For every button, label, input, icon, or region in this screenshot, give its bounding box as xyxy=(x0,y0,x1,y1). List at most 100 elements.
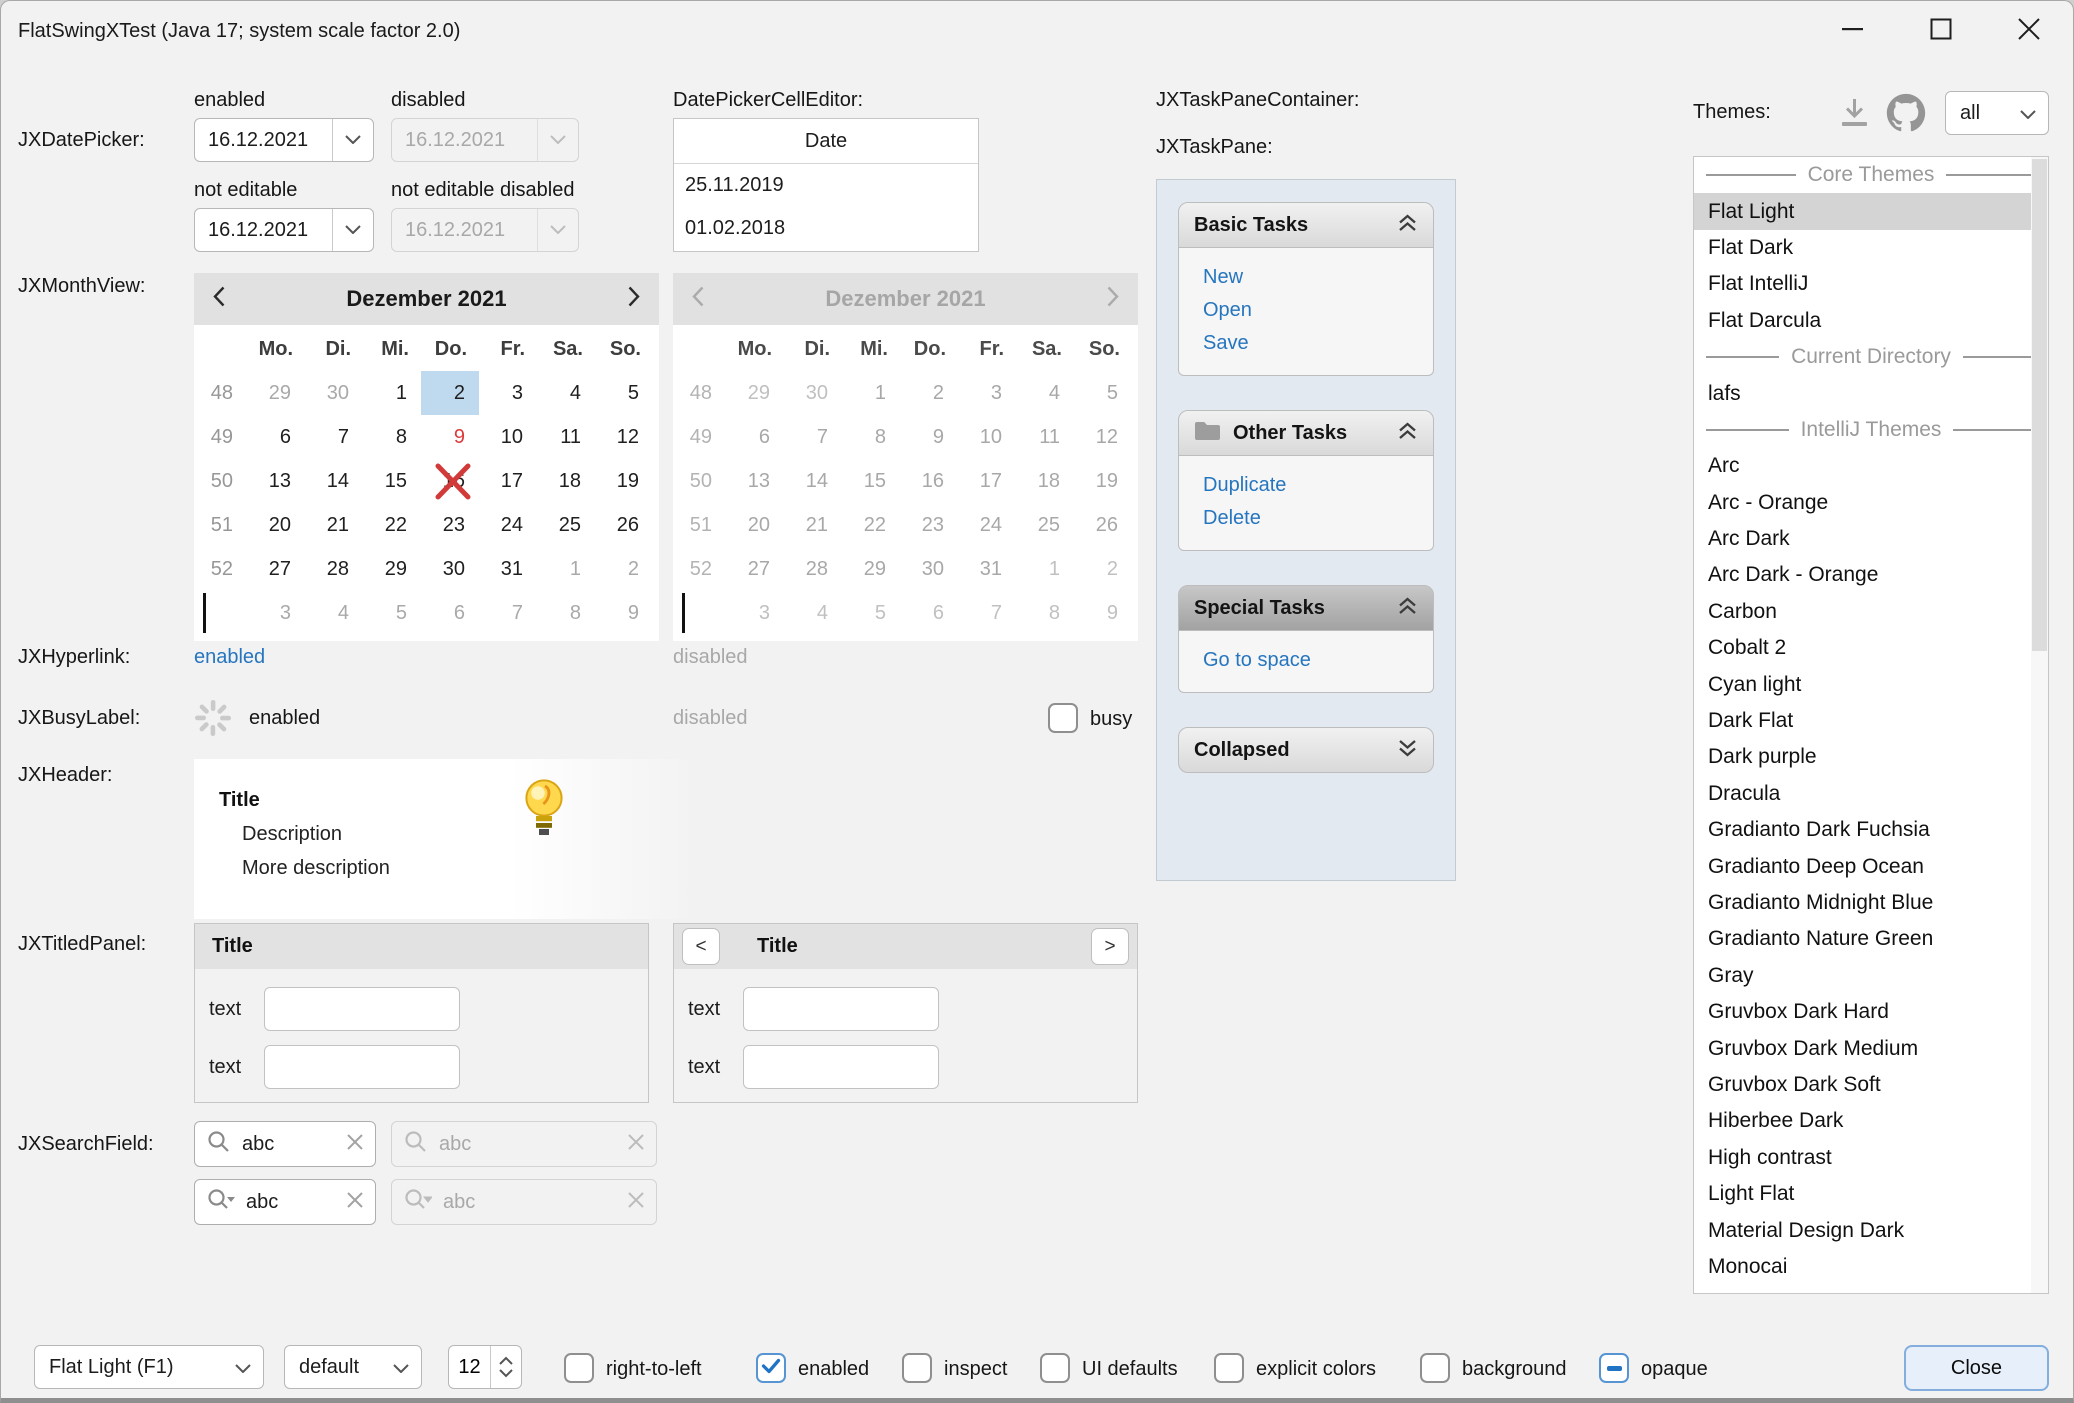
theme-item-gruvbox-dark-medium[interactable]: Gruvbox Dark Medium xyxy=(1694,1030,2048,1066)
theme-item-light-flat[interactable]: Light Flat xyxy=(1694,1176,2048,1212)
task-link-new[interactable]: New xyxy=(1179,261,1433,294)
day-cell[interactable]: 3 xyxy=(479,371,537,415)
day-cell[interactable]: 12 xyxy=(595,415,653,459)
day-cell[interactable]: 9 xyxy=(595,591,653,635)
theme-item-gradianto-nature-green[interactable]: Gradianto Nature Green xyxy=(1694,921,2048,957)
day-cell[interactable]: 6 xyxy=(421,591,479,635)
theme-item-dark-flat[interactable]: Dark Flat xyxy=(1694,703,2048,739)
table-row[interactable]: 25.11.2019 xyxy=(674,164,978,207)
checkbox-explicit-colors[interactable] xyxy=(1214,1353,1244,1383)
day-cell[interactable]: 29 xyxy=(363,547,421,591)
theme-item-dark-purple[interactable]: Dark purple xyxy=(1694,739,2048,775)
taskpane-header-special-tasks[interactable]: Special Tasks xyxy=(1178,585,1434,631)
collapse-icon[interactable] xyxy=(1397,597,1418,620)
maximize-button[interactable] xyxy=(1897,1,1985,61)
datepicker-dropdown-button[interactable] xyxy=(332,209,373,251)
day-cell[interactable]: 9 xyxy=(421,415,479,459)
next-button[interactable]: > xyxy=(1091,928,1129,965)
busy-checkbox[interactable] xyxy=(1048,703,1078,733)
day-cell[interactable]: 29 xyxy=(247,371,305,415)
day-cell[interactable]: 13 xyxy=(247,459,305,503)
day-cell[interactable]: 23 xyxy=(421,503,479,547)
task-link-save[interactable]: Save xyxy=(1179,327,1433,360)
day-cell[interactable]: 8 xyxy=(363,415,421,459)
theme-item-gruvbox-dark-hard[interactable]: Gruvbox Dark Hard xyxy=(1694,994,2048,1030)
task-link-open[interactable]: Open xyxy=(1179,294,1433,327)
day-cell[interactable]: 7 xyxy=(479,591,537,635)
day-cell[interactable]: 30 xyxy=(305,371,363,415)
datepicker-dropdown-button[interactable] xyxy=(332,119,373,161)
day-cell[interactable]: 22 xyxy=(363,503,421,547)
theme-item-arc[interactable]: Arc xyxy=(1694,448,2048,484)
table-row[interactable]: 01.02.2018 xyxy=(674,207,978,250)
text-field[interactable] xyxy=(264,987,460,1031)
day-cell[interactable]: 15 xyxy=(363,459,421,503)
day-cell[interactable]: 1 xyxy=(363,371,421,415)
checkbox-right-to-left[interactable] xyxy=(564,1353,594,1383)
search-field-dropdown-enabled[interactable] xyxy=(194,1179,376,1225)
day-cell[interactable]: 28 xyxy=(305,547,363,591)
text-field[interactable] xyxy=(264,1045,460,1089)
theme-item-gradianto-dark-fuchsia[interactable]: Gradianto Dark Fuchsia xyxy=(1694,812,2048,848)
monthview-enabled[interactable]: Dezember 2021Mo.Di.Mi.Do.Fr.Sa.So.482930… xyxy=(194,273,659,641)
theme-item-material-design-dark[interactable]: Material Design Dark xyxy=(1694,1212,2048,1248)
theme-item-carbon[interactable]: Carbon xyxy=(1694,594,2048,630)
day-cell[interactable]: 26 xyxy=(595,503,653,547)
taskpane-header-collapsed[interactable]: Collapsed xyxy=(1178,727,1434,773)
theme-item-hiberbee-dark[interactable]: Hiberbee Dark xyxy=(1694,1103,2048,1139)
theme-item-dracula[interactable]: Dracula xyxy=(1694,776,2048,812)
day-cell[interactable]: 8 xyxy=(537,591,595,635)
datepicker-enabled[interactable]: 16.12.2021 xyxy=(194,118,374,162)
themes-list[interactable]: Core ThemesFlat LightFlat DarkFlat Intel… xyxy=(1693,156,2049,1294)
theme-item-arc-orange[interactable]: Arc - Orange xyxy=(1694,485,2048,521)
theme-item-nord[interactable]: Nord xyxy=(1694,1285,2048,1294)
close-dialog-button[interactable]: Close xyxy=(1904,1345,2049,1391)
collapse-icon[interactable] xyxy=(1397,214,1418,237)
datepicker-value[interactable]: 16.12.2021 xyxy=(195,129,332,152)
search-input[interactable] xyxy=(244,1190,337,1215)
checkbox-background[interactable] xyxy=(1420,1353,1450,1383)
checkbox-enabled[interactable] xyxy=(756,1353,786,1383)
theme-item-high-contrast[interactable]: High contrast xyxy=(1694,1140,2048,1176)
prev-month-button[interactable] xyxy=(213,286,225,312)
day-cell[interactable]: 17 xyxy=(479,459,537,503)
text-field[interactable] xyxy=(743,987,939,1031)
day-cell[interactable]: 2 xyxy=(595,547,653,591)
expand-icon[interactable] xyxy=(1397,739,1418,762)
day-cell[interactable]: 16 xyxy=(421,459,479,503)
spinner-arrows-icon[interactable] xyxy=(490,1346,521,1388)
theme-item-cyan-light[interactable]: Cyan light xyxy=(1694,666,2048,702)
theme-item-gray[interactable]: Gray xyxy=(1694,958,2048,994)
search-icon[interactable] xyxy=(206,1129,231,1159)
download-icon[interactable] xyxy=(1837,97,1872,133)
theme-item-arc-dark[interactable]: Arc Dark xyxy=(1694,521,2048,557)
prev-button[interactable]: < xyxy=(682,928,720,965)
search-field-enabled[interactable] xyxy=(194,1121,376,1167)
day-cell[interactable]: 6 xyxy=(247,415,305,459)
theme-item-gruvbox-dark-soft[interactable]: Gruvbox Dark Soft xyxy=(1694,1067,2048,1103)
next-month-button[interactable] xyxy=(628,286,640,312)
day-cell[interactable]: 14 xyxy=(305,459,363,503)
hyperlink-enabled[interactable]: enabled xyxy=(194,646,265,669)
themes-filter-combo[interactable]: all xyxy=(1945,91,2049,135)
theme-item-cobalt-2[interactable]: Cobalt 2 xyxy=(1694,630,2048,666)
day-cell[interactable]: 19 xyxy=(595,459,653,503)
minimize-button[interactable] xyxy=(1809,1,1897,61)
day-cell[interactable]: 21 xyxy=(305,503,363,547)
search-input[interactable] xyxy=(240,1132,337,1157)
taskpane-header-other-tasks[interactable]: Other Tasks xyxy=(1178,410,1434,456)
day-cell[interactable]: 30 xyxy=(421,547,479,591)
checkbox-ui-defaults[interactable] xyxy=(1040,1353,1070,1383)
day-cell[interactable]: 24 xyxy=(479,503,537,547)
day-cell[interactable]: 7 xyxy=(305,415,363,459)
search-dropdown-icon[interactable] xyxy=(206,1187,235,1217)
close-button[interactable] xyxy=(1985,1,2073,61)
day-cell[interactable]: 2 xyxy=(421,371,479,415)
style-combo[interactable]: default xyxy=(284,1345,422,1389)
task-link-delete[interactable]: Delete xyxy=(1179,502,1433,535)
day-cell[interactable]: 31 xyxy=(479,547,537,591)
day-cell[interactable]: 20 xyxy=(247,503,305,547)
collapse-icon[interactable] xyxy=(1397,422,1418,445)
day-cell[interactable]: 27 xyxy=(247,547,305,591)
theme-item-lafs[interactable]: lafs xyxy=(1694,375,2048,411)
